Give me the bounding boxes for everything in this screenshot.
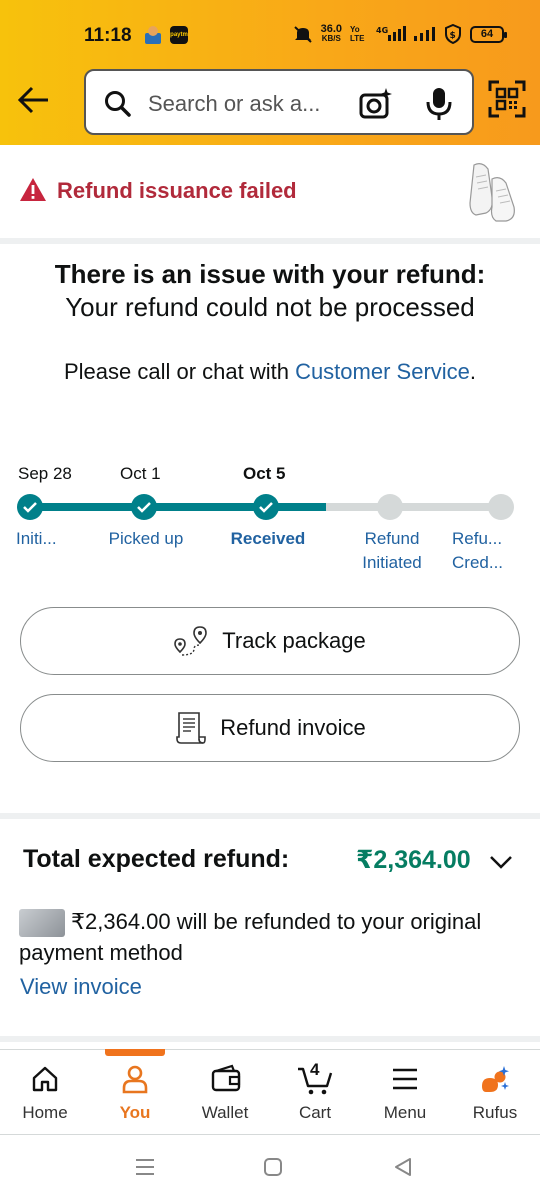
timeline-step-dot-4 <box>377 494 403 520</box>
battery-icon: 64 <box>470 25 507 43</box>
check-icon <box>23 502 37 513</box>
mute-icon <box>293 26 312 43</box>
net-speed: 36.0 KB/S <box>321 24 342 44</box>
rufus-assistant-icon <box>482 1066 509 1092</box>
net-speed-unit: KB/S <box>321 34 341 43</box>
search-bar[interactable]: Search or ask a... <box>84 69 474 135</box>
customer-service-link[interactable]: Customer Service <box>295 359 470 384</box>
timeline-step-label-3[interactable]: Received <box>220 527 316 551</box>
svg-text:4G: 4G <box>376 26 388 35</box>
back-system-icon[interactable] <box>392 1156 414 1178</box>
timeline-step-label-1[interactable]: Initi... <box>16 527 82 551</box>
refund-invoice-button[interactable]: Refund invoice <box>20 694 520 762</box>
help-prefix: Please call or chat with <box>63 359 296 384</box>
track-package-button[interactable]: Track package <box>20 607 520 675</box>
track-package-label: Track package <box>222 628 366 653</box>
svg-text:$: $ <box>450 31 456 41</box>
refund-alert-banner: Refund issuance failed <box>0 145 540 238</box>
notification-app-icon <box>145 26 161 44</box>
user-icon <box>122 1065 148 1094</box>
volte-indicator: Yo LTE <box>350 25 365 43</box>
home-system-icon[interactable] <box>262 1156 284 1178</box>
search-input[interactable]: Search or ask a... <box>148 91 320 117</box>
view-invoice-link[interactable]: View invoice <box>20 974 142 1000</box>
timeline-step-label-2[interactable]: Picked up <box>98 527 194 551</box>
vpn-shield-icon: $ <box>445 24 461 44</box>
issue-rest-text: Your refund could not be processed <box>65 292 475 322</box>
bottom-navigation: Home You Wallet 4 Cart Menu Rufus <box>0 1049 540 1135</box>
nav-menu[interactable]: Menu <box>360 1050 450 1136</box>
cart-count-badge: 4 <box>310 1060 320 1079</box>
issue-bold-text: There is an issue with your refund: <box>54 259 486 289</box>
timeline-step-dot-1 <box>17 494 43 520</box>
camera-search-icon[interactable] <box>358 86 394 122</box>
home-icon <box>32 1066 58 1092</box>
timeline-date-2: Oct 1 <box>120 464 161 483</box>
section-divider <box>0 1036 540 1042</box>
nav-you-label: You <box>119 1103 151 1122</box>
recent-apps-icon[interactable] <box>134 1156 156 1178</box>
timeline-step-dot-5 <box>488 494 514 520</box>
refund-method-note: ₹2,364.00 will be refunded to your origi… <box>19 909 482 965</box>
paytm-notification-icon: paytm <box>170 26 188 44</box>
timeline-date-1: Sep 28 <box>18 464 72 483</box>
wallet-icon <box>211 1064 241 1092</box>
nav-rufus[interactable]: Rufus <box>450 1050 540 1136</box>
total-refund-amount[interactable]: ₹2,364.00 <box>356 845 471 875</box>
issue-message: There is an issue with your refund: Your… <box>30 258 510 324</box>
timeline-step-dot-2 <box>131 494 157 520</box>
nav-wallet-label: Wallet <box>201 1103 249 1122</box>
route-pin-icon <box>174 626 208 656</box>
status-time: 11:18 <box>84 25 132 46</box>
nav-cart[interactable]: 4 Cart <box>270 1050 360 1136</box>
invoice-document-icon <box>176 712 207 744</box>
alert-title: Refund issuance failed <box>57 178 297 203</box>
timeline-step-label-4[interactable]: Refund Initiated <box>352 527 432 575</box>
header: 11:18 paytm 36.0 KB/S Yo LTE 4G $ 64 Sea… <box>0 0 540 145</box>
nav-cart-label: Cart <box>298 1103 332 1122</box>
timeline-date-3: Oct 5 <box>243 464 286 483</box>
search-icon <box>105 91 131 117</box>
timeline-progress <box>30 503 326 511</box>
hamburger-menu-icon <box>393 1068 417 1090</box>
microphone-icon[interactable] <box>424 86 454 122</box>
warning-icon <box>20 178 46 201</box>
signal-icon <box>414 27 435 41</box>
help-message: Please call or chat with Customer Servic… <box>40 357 500 387</box>
back-arrow-icon[interactable] <box>16 82 52 118</box>
timeline-step-dot-3 <box>253 494 279 520</box>
nav-home-label: Home <box>22 1103 68 1122</box>
nav-menu-label: Menu <box>383 1103 427 1122</box>
chevron-down-icon[interactable] <box>488 852 514 872</box>
total-refund-label: Total expected refund: <box>23 845 290 873</box>
timeline-step-label-5[interactable]: Refu... Cred... <box>452 527 518 575</box>
nav-home[interactable]: Home <box>0 1050 90 1136</box>
section-divider <box>0 813 540 819</box>
refund-invoice-label: Refund invoice <box>220 715 366 740</box>
nav-wallet[interactable]: Wallet <box>180 1050 270 1136</box>
check-icon <box>259 502 273 513</box>
check-icon <box>137 502 151 513</box>
signal-4g-icon: 4G <box>376 26 406 41</box>
nav-you[interactable]: You <box>90 1049 180 1136</box>
barcode-scan-icon[interactable] <box>488 80 526 118</box>
system-navigation-bar <box>0 1136 540 1200</box>
status-right-icons: 36.0 KB/S Yo LTE 4G $ 64 <box>293 24 507 44</box>
section-divider <box>0 238 540 244</box>
help-suffix: . <box>469 359 477 384</box>
product-thumbnail[interactable] <box>462 157 524 225</box>
status-bar: 11:18 paytm 36.0 KB/S Yo LTE 4G $ 64 <box>0 0 540 70</box>
nav-rufus-label: Rufus <box>472 1103 518 1122</box>
